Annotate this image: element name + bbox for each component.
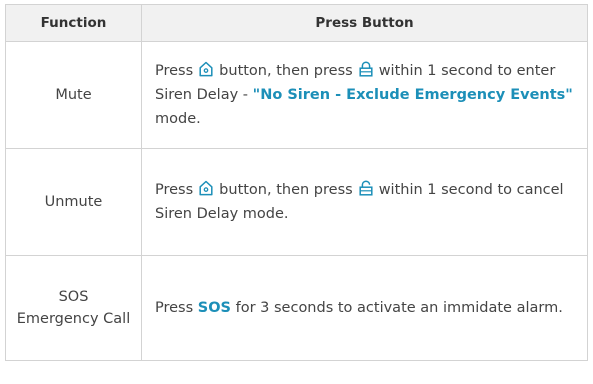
desc-text: mode. <box>155 111 201 127</box>
function-label-line2: Emergency Call <box>16 311 131 327</box>
desc-text: button, then press <box>219 63 353 79</box>
mode-highlight: "No Siren - Exclude Emergency Events" <box>252 87 573 103</box>
lock-icon <box>359 61 373 77</box>
desc-text: Press <box>155 63 194 79</box>
unlock-icon <box>359 180 373 196</box>
desc-text: button, then press <box>219 182 353 198</box>
sos-highlight: SOS <box>197 300 231 316</box>
desc-text: for 3 seconds to activate an immidate al… <box>231 300 563 316</box>
description-cell-unmute: Press button, then press within 1 second t… <box>141 148 588 256</box>
function-table: Function Press Button Mute Press button, … <box>5 4 588 361</box>
description-cell-mute: Press button, then press within 1 second t… <box>141 41 588 149</box>
description-cell-sos: Press SOS for 3 seconds to activate an i… <box>141 255 588 361</box>
function-cell-unmute: Unmute <box>5 148 142 256</box>
home-icon <box>199 61 213 77</box>
press-button-header: Press Button <box>141 4 588 42</box>
function-header: Function <box>5 4 142 42</box>
table-row-unmute: Unmute Press button, then press within 1 s… <box>5 148 588 256</box>
function-label-line1: SOS <box>58 289 89 305</box>
home-icon <box>199 180 213 196</box>
table-header-row: Function Press Button <box>5 4 588 42</box>
desc-text: Press <box>155 182 194 198</box>
table-row-mute: Mute Press button, then press within 1 sec… <box>5 41 588 149</box>
function-cell-mute: Mute <box>5 41 142 149</box>
table-row-sos: SOS Emergency Call Press SOS for 3 secon… <box>5 255 588 361</box>
desc-text: Press <box>155 300 198 316</box>
function-cell-sos: SOS Emergency Call <box>5 255 142 361</box>
